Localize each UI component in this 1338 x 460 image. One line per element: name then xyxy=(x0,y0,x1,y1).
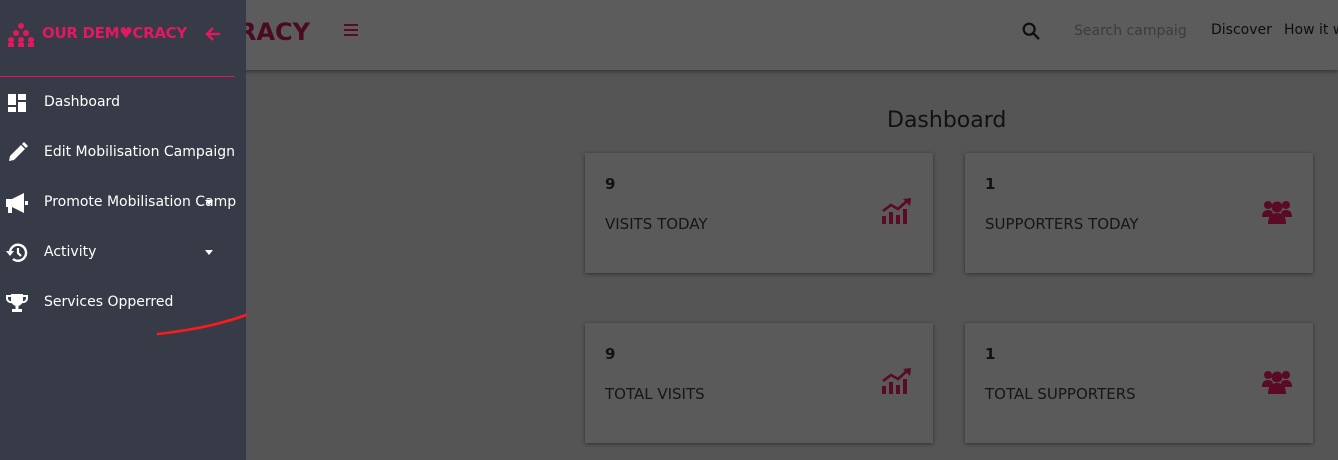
sidebar-item-label: Activity xyxy=(44,244,97,260)
stat-value: 9 xyxy=(605,345,616,363)
app-page: RACY Discover How it w Dashboard 9 VISIT… xyxy=(0,0,1338,460)
sidebar-item-label: Services Opperred xyxy=(44,294,174,310)
chevron-down-icon xyxy=(205,200,213,205)
nav-link-discover[interactable]: Discover xyxy=(1211,22,1272,38)
dashboard-icon xyxy=(8,94,26,112)
stat-label: SUPPORTERS TODAY xyxy=(985,215,1139,233)
trending-up-icon xyxy=(882,368,911,394)
stat-card-supporters-today: 1 SUPPORTERS TODAY xyxy=(965,153,1313,273)
chevron-down-icon[interactable] xyxy=(205,250,213,255)
stat-value: 1 xyxy=(985,175,996,193)
users-icon xyxy=(1262,371,1292,394)
sidebar-header: OUR DEM♥CRACY xyxy=(0,0,246,77)
stat-label: TOTAL VISITS xyxy=(605,385,705,403)
sidebar-item-promote-campaign[interactable]: Promote Mobilisation Camp xyxy=(0,182,246,222)
search-campaign-input[interactable] xyxy=(1064,16,1198,46)
sidebar-item-dashboard[interactable]: Dashboard xyxy=(0,82,246,122)
sidebar-drawer: OUR DEM♥CRACY Dashboard Edit Mobilisatio… xyxy=(0,0,246,460)
people-logo-icon xyxy=(8,23,34,47)
sidebar-item-edit-campaign[interactable]: Edit Mobilisation Campaign xyxy=(0,132,246,172)
trending-up-icon xyxy=(882,198,911,224)
sidebar-divider xyxy=(0,76,234,77)
stat-card-total-visits: 9 TOTAL VISITS xyxy=(585,323,933,443)
stat-label: VISITS TODAY xyxy=(605,215,708,233)
nav-link-how-it-works[interactable]: How it w xyxy=(1284,22,1338,38)
sidebar-item-activity[interactable]: Activity xyxy=(0,232,246,272)
stat-card-total-supporters: 1 TOTAL SUPPORTERS xyxy=(965,323,1313,443)
trophy-icon xyxy=(6,294,28,312)
red-annotation-stroke xyxy=(156,313,248,336)
stat-value: 1 xyxy=(985,345,996,363)
users-icon xyxy=(1262,201,1292,224)
pencil-icon xyxy=(9,142,28,161)
brand-logo-behind[interactable]: RACY xyxy=(238,18,310,46)
stat-label: TOTAL SUPPORTERS xyxy=(985,385,1136,403)
search-icon[interactable] xyxy=(1020,20,1042,42)
brand-logo-text[interactable]: OUR DEM♥CRACY xyxy=(42,24,187,42)
megaphone-icon xyxy=(6,193,28,213)
page-title: Dashboard xyxy=(887,108,1007,133)
sidebar-item-label: Edit Mobilisation Campaign xyxy=(44,144,236,160)
arrow-left-icon[interactable] xyxy=(205,26,221,42)
stat-card-visits-today: 9 VISITS TODAY xyxy=(585,153,933,273)
hamburger-menu-icon[interactable] xyxy=(344,24,358,38)
history-icon xyxy=(6,243,28,262)
stat-value: 9 xyxy=(605,175,616,193)
sidebar-item-label: Dashboard xyxy=(44,94,120,110)
